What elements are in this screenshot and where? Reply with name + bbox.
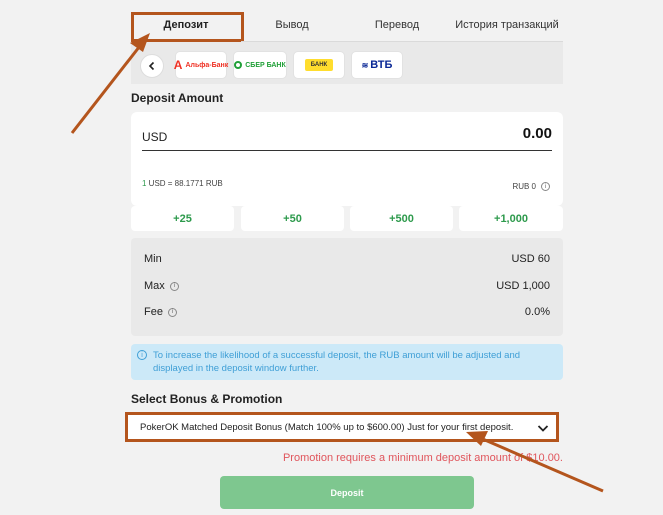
bank-option-alfa[interactable]: А Альфа-Банк (173, 51, 229, 79)
sber-bank-logo-icon (234, 61, 243, 69)
deposit-amount-title: Deposit Amount (131, 91, 224, 105)
promo-warning: Promotion requires a minimum deposit amo… (282, 452, 563, 464)
deposit-button[interactable]: Deposit (220, 476, 474, 509)
fee-row: Fee i 0.0% (144, 304, 550, 320)
fee-value: 0.0% (524, 306, 550, 318)
quick-amount-500-button[interactable]: +500 (350, 206, 453, 231)
tab-bar: Депозит Вывод Перевод История транзакций (131, 8, 563, 42)
max-label-wrap: Max i (144, 280, 179, 292)
t-bank-logo-icon: БАНК (304, 59, 334, 71)
bank-option-vtb[interactable]: ≋ ВТБ (351, 51, 403, 79)
tab-deposit[interactable]: Депозит (131, 8, 241, 42)
info-notice: i To increase the likelihood of a succes… (131, 344, 563, 380)
bank-label: ВТБ (370, 59, 393, 71)
bank-label: Альфа-Банк (185, 61, 229, 69)
fee-label: Fee (144, 306, 163, 318)
min-row: Min USD 60 (144, 251, 550, 267)
notice-text: To increase the likelihood of a successf… (153, 350, 521, 374)
amount-card: USD 1 USD = 88.1771 RUB RUB 0 i (131, 112, 563, 206)
bank-label: БАНК (310, 62, 328, 68)
bonus-selected-value: PokerOK Matched Deposit Bonus (Match 100… (140, 422, 514, 433)
tab-withdraw[interactable]: Вывод (241, 8, 343, 42)
info-icon[interactable]: i (169, 281, 179, 291)
limits-panel: Min USD 60 Max i USD 1,000 Fee i 0.0% (131, 238, 563, 336)
quick-amount-50-button[interactable]: +50 (241, 206, 344, 231)
info-icon[interactable]: i (167, 307, 177, 317)
alfa-bank-logo-icon: А (173, 58, 183, 72)
rate-text: USD = 88.1771 RUB (146, 179, 223, 188)
min-value: USD 60 (511, 253, 550, 265)
bank-option-sber[interactable]: СБЕР БАНК (233, 51, 287, 79)
info-circle-icon: i (137, 350, 147, 360)
deposit-panel: Депозит Вывод Перевод История транзакций… (125, 8, 563, 515)
bank-option-tbank[interactable]: БАНК (293, 51, 345, 79)
chevron-down-icon (537, 425, 549, 432)
amount-underline (142, 150, 552, 151)
exchange-rate: 1 USD = 88.1771 RUB (142, 179, 223, 188)
max-value: USD 1,000 (496, 280, 550, 292)
rub-amount-text: RUB 0 (512, 182, 536, 191)
vtb-logo-icon: ≋ (361, 60, 369, 70)
min-label: Min (144, 253, 162, 265)
quick-amount-1000-button[interactable]: +1,000 (459, 206, 563, 231)
tab-transaction-history[interactable]: История транзакций (451, 8, 563, 42)
rub-amount: RUB 0 i (512, 182, 550, 191)
max-label: Max (144, 280, 165, 292)
bank-selector: А Альфа-Банк СБЕР БАНК БАНК ≋ ВТБ (131, 42, 563, 84)
fee-label-wrap: Fee i (144, 306, 177, 318)
bank-label: СБЕР БАНК (245, 61, 286, 69)
chevron-left-icon (148, 61, 155, 71)
tab-transfer[interactable]: Перевод (343, 8, 451, 42)
bonus-section-title: Select Bonus & Promotion (131, 392, 283, 406)
max-row: Max i USD 1,000 (144, 278, 550, 294)
info-icon[interactable]: i (541, 182, 550, 191)
back-button[interactable] (140, 54, 164, 78)
quick-amount-25-button[interactable]: +25 (131, 206, 234, 231)
currency-label: USD (142, 130, 168, 144)
amount-input[interactable] (392, 125, 552, 142)
bonus-select[interactable]: PokerOK Matched Deposit Bonus (Match 100… (125, 412, 559, 442)
